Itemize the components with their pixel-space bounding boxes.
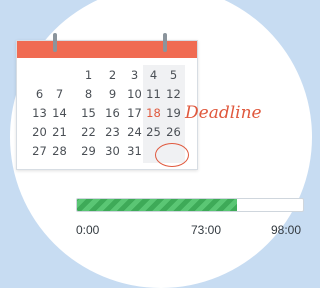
calendar-day: 10	[127, 87, 142, 101]
calendar-day: 17	[127, 106, 142, 120]
calendar-day: 26	[166, 125, 181, 139]
calendar-day: 2	[108, 68, 117, 82]
end-time-label: 98:00	[271, 223, 302, 237]
calendar-day: 15	[81, 106, 96, 120]
calendar-day: 3	[130, 68, 139, 82]
calendar-day: 1	[84, 68, 93, 82]
calendar-day: 4	[149, 68, 158, 82]
calendar-day: 23	[105, 125, 120, 139]
calendar-day: 20	[32, 125, 47, 139]
calendar-day: 29	[81, 144, 96, 158]
calendar-day: 11	[146, 87, 161, 101]
timeline-progress-fill	[77, 199, 238, 211]
calendar-day: 25	[146, 125, 161, 139]
calendar-day: 18	[146, 106, 161, 120]
calendar-day: 6	[35, 87, 44, 101]
calendar-day: 13	[32, 106, 47, 120]
calendar-day: 27	[32, 144, 47, 158]
calendar-day: 31	[127, 144, 142, 158]
deadline-marker-circle	[155, 143, 189, 167]
calendar-day: 30	[105, 144, 120, 158]
calendar-day: 28	[52, 144, 67, 158]
calendar-card: 1 2 3 4 5 6 7 8 9 10 11 12 13 14 15 16 17 18 19 20 21 22 23 24 2…	[16, 33, 198, 170]
calendar-day: 16	[105, 106, 120, 120]
calendar-day: 14	[52, 106, 67, 120]
calendar-day: 9	[108, 87, 117, 101]
calendar-day: 22	[81, 125, 96, 139]
calendar-day: 24	[127, 125, 142, 139]
calendar-day: 7	[55, 87, 64, 101]
timeline-progress-bar	[76, 198, 304, 212]
calendar-day: 8	[84, 87, 93, 101]
calendar-day: 21	[52, 125, 67, 139]
current-time-label: 73:00	[191, 223, 222, 237]
calendar-day: 5	[169, 68, 178, 82]
deadline-label: Deadline	[185, 103, 262, 123]
start-time-label: 0:00	[76, 223, 100, 237]
calendar-day: 12	[166, 87, 181, 101]
calendar-day: 19	[166, 106, 181, 120]
